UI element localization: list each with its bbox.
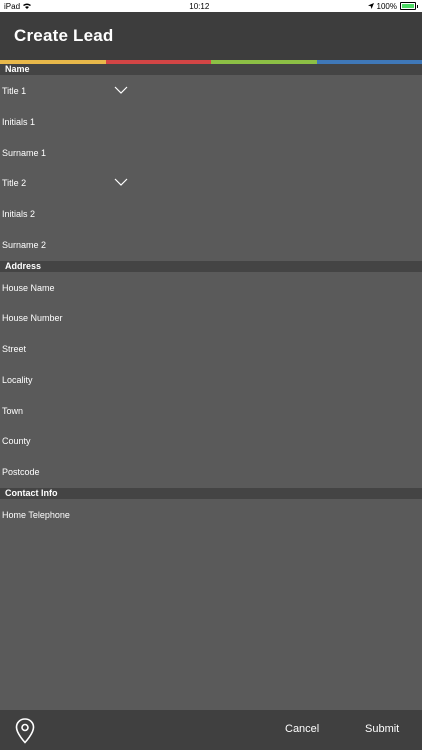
field-label: Street [2, 344, 27, 354]
cancel-button[interactable]: Cancel [285, 723, 319, 735]
field-label: Locality [2, 375, 33, 385]
field-locality[interactable]: Locality [0, 365, 422, 395]
page-title: Create Lead [14, 26, 114, 45]
status-left: iPad [4, 1, 32, 11]
field-surname-2[interactable]: Surname 2 [0, 230, 422, 260]
bottom-toolbar: Cancel Submit [0, 710, 422, 750]
field-label: Title 2 [2, 178, 27, 188]
field-initials-1[interactable]: Initials 1 [0, 107, 422, 137]
field-home-telephone[interactable]: Home Telephone [0, 500, 422, 530]
device-label: iPad [4, 1, 21, 11]
field-initials-2[interactable]: Initials 2 [0, 199, 422, 229]
location-pin-icon[interactable] [15, 718, 35, 744]
field-town[interactable]: Town [0, 396, 422, 426]
field-house-name[interactable]: House Name [0, 273, 422, 303]
status-right: 100% [367, 1, 418, 11]
field-label: Home Telephone [2, 510, 70, 520]
battery-tip [416, 4, 418, 8]
field-label: Town [2, 406, 24, 416]
field-label: Surname 1 [2, 148, 47, 158]
location-arrow-icon [367, 2, 374, 11]
battery-icon [399, 2, 416, 10]
section-header-contact: Contact Info [0, 488, 422, 499]
field-label: House Number [2, 313, 63, 323]
field-label: Postcode [2, 467, 40, 477]
field-county[interactable]: County [0, 426, 422, 456]
field-label: Title 1 [2, 86, 27, 96]
app-header: Create Lead [0, 12, 422, 60]
battery-percent: 100% [376, 1, 397, 11]
field-label: Initials 1 [2, 117, 36, 127]
field-label: County [2, 436, 31, 446]
section-header-address: Address [0, 261, 422, 272]
field-house-number[interactable]: House Number [0, 303, 422, 333]
submit-button[interactable]: Submit [365, 723, 399, 735]
section-header-name: Name [0, 64, 422, 75]
field-label: Surname 2 [2, 240, 47, 250]
field-surname-1[interactable]: Surname 1 [0, 138, 422, 168]
field-label: House Name [2, 283, 55, 293]
field-label: Initials 2 [2, 209, 36, 219]
chevron-down-icon[interactable] [114, 177, 128, 187]
field-postcode[interactable]: Postcode [0, 457, 422, 487]
status-bar: iPad 10:12 100% [0, 0, 422, 12]
chevron-down-icon[interactable] [114, 85, 128, 95]
field-street[interactable]: Street [0, 334, 422, 364]
field-title-2[interactable]: Title 2 [0, 168, 422, 198]
status-time: 10:12 [189, 1, 210, 11]
field-title-1[interactable]: Title 1 [0, 76, 422, 106]
wifi-icon [23, 2, 32, 11]
